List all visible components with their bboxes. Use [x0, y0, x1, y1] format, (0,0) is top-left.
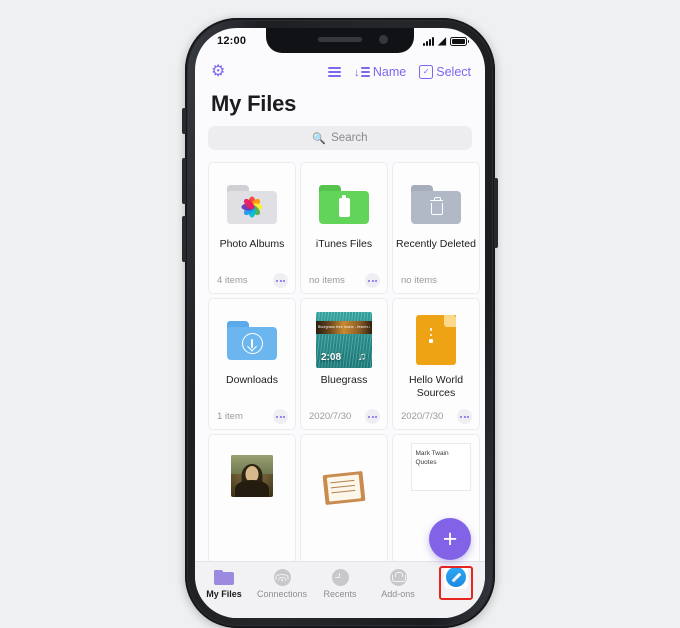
grid-item-label: iTunes Files — [315, 238, 373, 250]
grid-item-label: Hello World Sources — [408, 374, 464, 399]
photos-folder-icon — [227, 173, 277, 235]
search-placeholder: Search — [331, 132, 368, 144]
grid-item-meta: no items — [401, 275, 437, 286]
search-input[interactable]: 🔍 Search — [208, 126, 472, 150]
tab-safari[interactable] — [427, 565, 485, 600]
grid-item-meta: 1 item — [217, 411, 243, 422]
grid-item-meta: 2020/7/30 — [309, 411, 352, 422]
tab-connections[interactable]: Connections — [253, 568, 311, 599]
file-grid: Photo Albums 4 items iTunes Files no ite… — [195, 162, 485, 566]
more-options-button[interactable] — [365, 273, 380, 288]
volume-down-button[interactable] — [182, 216, 186, 262]
grid-item-photo-albums[interactable]: Photo Albums 4 items — [208, 162, 296, 294]
tab-label: Recents — [323, 589, 357, 599]
usb-drive-icon — [338, 194, 350, 217]
search-icon: 🔍 — [312, 132, 327, 145]
bottom-tab-bar: My Files Connections Recents Add-ons — [195, 561, 485, 618]
grid-item-itunes-files[interactable]: iTunes Files no items — [300, 162, 388, 294]
sort-by-name-button[interactable]: ↓ Name — [354, 65, 406, 79]
album-banner-text: Bluegrass free music - fesmix.com — [318, 325, 370, 329]
cellular-bars-icon — [423, 36, 435, 46]
sort-label: Name — [372, 65, 407, 79]
music-note-icon: ♫ — [357, 351, 366, 363]
album-art-thumb: Bluegrass free music - fesmix.com 2:08 ♫ — [316, 309, 372, 371]
status-bar: 12:00 ◢ — [195, 28, 485, 54]
more-options-button[interactable] — [457, 409, 472, 424]
grid-item-label: Downloads — [226, 374, 278, 386]
notch — [266, 28, 414, 53]
highlight-annotation — [439, 566, 473, 600]
sort-descending-icon: ↓ — [354, 66, 370, 78]
select-button[interactable]: ✓ Select — [419, 65, 471, 79]
more-options-button[interactable] — [273, 409, 288, 424]
status-time: 12:00 — [217, 35, 247, 47]
front-camera — [379, 35, 388, 44]
media-duration: 2:08 — [321, 352, 342, 363]
tab-add-ons[interactable]: Add-ons — [369, 568, 427, 599]
page-title: My Files — [211, 91, 297, 116]
grid-item-recently-deleted[interactable]: Recently Deleted no items — [392, 162, 480, 294]
select-label: Select — [436, 65, 471, 79]
more-options-button[interactable] — [365, 409, 380, 424]
grid-item-note[interactable] — [300, 434, 388, 566]
earpiece-speaker — [318, 37, 362, 42]
volume-up-button[interactable] — [182, 158, 186, 204]
silent-switch[interactable] — [182, 108, 186, 134]
tab-label: My Files — [206, 589, 242, 599]
downloads-folder-icon — [227, 309, 277, 371]
grid-item-bluegrass[interactable]: Bluegrass free music - fesmix.com 2:08 ♫… — [300, 298, 388, 430]
wifi-icon — [273, 568, 291, 586]
clipboard-note-thumb — [322, 457, 366, 519]
text-document-thumb: Mark Twain Quotes — [393, 443, 479, 505]
tab-label: Connections — [256, 589, 308, 599]
folder-icon — [214, 568, 234, 586]
download-arrow-icon — [241, 332, 263, 354]
tab-label: Add-ons — [381, 589, 415, 599]
cart-icon — [389, 568, 407, 586]
list-view-icon[interactable] — [327, 67, 341, 77]
itunes-folder-icon — [319, 173, 369, 235]
status-indicators: ◢ — [423, 35, 469, 47]
clock-icon — [331, 568, 349, 586]
trash-folder-icon — [411, 173, 461, 235]
document-preview-text: Mark Twain Quotes — [410, 443, 471, 491]
power-button[interactable] — [494, 178, 498, 248]
tab-recents[interactable]: Recents — [311, 568, 369, 599]
grid-item-meta: 2020/7/30 — [401, 411, 444, 422]
more-options-button[interactable] — [273, 273, 288, 288]
add-button[interactable]: + — [429, 518, 471, 560]
grid-item-label: Photo Albums — [219, 238, 285, 250]
tab-my-files[interactable]: My Files — [195, 568, 253, 599]
grid-item-meta: no items — [309, 275, 345, 286]
grid-item-mona-lisa[interactable] — [208, 434, 296, 566]
top-navigation-bar: ⚙ ↓ Name ✓ Select — [195, 54, 485, 84]
grid-item-meta: 4 items — [217, 275, 248, 286]
top-nav-actions: ↓ Name ✓ Select — [327, 65, 471, 79]
grid-item-label: Recently Deleted — [396, 238, 476, 250]
phone-screen: 12:00 ◢ ⚙ ↓ Name ✓ Select My Files 🔍 Sea… — [195, 28, 485, 618]
grid-item-hello-world-sources[interactable]: Hello World Sources 2020/7/30 — [392, 298, 480, 430]
code-document-icon — [416, 309, 456, 371]
trash-icon — [429, 197, 444, 215]
photos-flower-icon — [241, 196, 263, 218]
gear-icon[interactable]: ⚙ — [211, 64, 225, 80]
grid-item-label: Bluegrass — [320, 374, 368, 386]
grid-item-downloads[interactable]: Downloads 1 item — [208, 298, 296, 430]
mona-lisa-thumb — [231, 445, 273, 507]
wifi-icon: ◢ — [438, 35, 446, 47]
checkbox-checked-icon: ✓ — [419, 65, 434, 79]
battery-full-icon — [450, 36, 469, 46]
